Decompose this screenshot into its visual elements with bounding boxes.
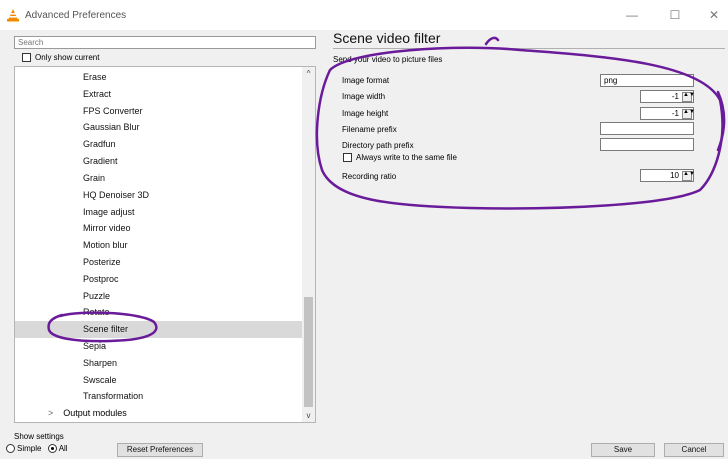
scrollbar-thumb[interactable] <box>304 297 313 407</box>
tree-parent-label: Output modules <box>63 408 127 418</box>
panel-description: Send your video to picture files <box>333 55 443 64</box>
reset-preferences-button[interactable]: Reset Preferences <box>117 443 203 457</box>
spin-arrows-icon[interactable]: ▲▼ <box>682 109 695 119</box>
title-bar: Advanced Preferences — ☐ ✕ <box>0 0 728 30</box>
checkbox-box[interactable] <box>22 53 31 63</box>
directory-path-prefix-input[interactable] <box>600 138 694 151</box>
always-write-label: Always write to the same file <box>356 153 457 162</box>
image-width-label: Image width <box>342 92 386 101</box>
recording-ratio-spinbox[interactable]: 10 ▲▼ <box>640 169 695 182</box>
close-button[interactable]: ✕ <box>700 6 728 24</box>
preferences-tree: Erase Extract FPS Converter Gaussian Blu… <box>14 66 316 423</box>
vlc-cone-icon <box>7 9 19 22</box>
tree-item-posterize[interactable]: Posterize <box>15 254 303 271</box>
tree-item-gaussian-blur[interactable]: Gaussian Blur <box>15 119 303 136</box>
save-button[interactable]: Save <box>591 443 655 457</box>
maximize-button[interactable]: ☐ <box>661 6 689 24</box>
tree-item-extract[interactable]: Extract <box>15 86 303 103</box>
image-format-label: Image format <box>342 76 390 85</box>
simple-radio[interactable] <box>6 444 15 454</box>
tree-item-puzzle[interactable]: Puzzle <box>15 288 303 305</box>
annotation-tick <box>484 36 500 46</box>
checkbox-box[interactable] <box>343 153 352 163</box>
image-height-spinbox[interactable]: -1 ▲▼ <box>640 107 695 120</box>
show-settings-radios: Simple All <box>6 444 68 454</box>
show-settings-label: Show settings <box>14 432 64 441</box>
tree-item-transformation[interactable]: Transformation <box>15 388 303 405</box>
filename-prefix-input[interactable] <box>600 122 694 135</box>
spin-arrows-icon[interactable]: ▲▼ <box>682 171 695 181</box>
tree-item-mirror-video[interactable]: Mirror video <box>15 220 303 237</box>
only-show-current-label: Only show current <box>35 53 100 62</box>
tree-item-scene-filter[interactable]: Scene filter <box>15 321 303 338</box>
panel-title: Scene video filter <box>333 30 441 46</box>
recording-ratio-label: Recording ratio <box>342 172 397 181</box>
tree-item-output-modules[interactable]: > Output modules <box>15 405 127 422</box>
tree-item-grain[interactable]: Grain <box>15 170 303 187</box>
always-write-checkbox[interactable]: Always write to the same file <box>343 153 457 163</box>
tree-item-postproc[interactable]: Postproc <box>15 271 303 288</box>
scroll-up-icon[interactable]: ^ <box>302 69 315 78</box>
tree-item-hq-denoiser-3d[interactable]: HQ Denoiser 3D <box>15 187 303 204</box>
image-width-value: -1 <box>671 92 679 101</box>
tree-item-erase[interactable]: Erase <box>15 69 303 86</box>
image-width-spinbox[interactable]: -1 ▲▼ <box>640 90 695 103</box>
tree-item-motion-blur[interactable]: Motion blur <box>15 237 303 254</box>
filename-prefix-label: Filename prefix <box>342 125 397 134</box>
image-height-label: Image height <box>342 109 389 118</box>
annotation-edge-stroke <box>716 90 726 152</box>
directory-path-prefix-label: Directory path prefix <box>342 141 414 150</box>
all-radio-label: All <box>58 444 68 453</box>
cancel-button[interactable]: Cancel <box>664 443 724 457</box>
tree-item-sepia[interactable]: Sepia <box>15 338 303 355</box>
image-format-input[interactable]: png <box>600 74 694 87</box>
tree-item-gradient[interactable]: Gradient <box>15 153 303 170</box>
tree-item-gradfun[interactable]: Gradfun <box>15 136 303 153</box>
tree-item-sharpen[interactable]: Sharpen <box>15 355 303 372</box>
panel-divider <box>333 48 725 49</box>
spin-arrows-icon[interactable]: ▲▼ <box>682 92 695 102</box>
recording-ratio-value: 10 <box>670 171 679 180</box>
chevron-right-icon[interactable]: > <box>48 408 53 418</box>
tree-item-rotate[interactable]: Rotate <box>15 304 303 321</box>
scroll-down-icon[interactable]: v <box>302 411 315 420</box>
image-height-value: -1 <box>671 109 679 118</box>
tree-item-image-adjust[interactable]: Image adjust <box>15 204 303 221</box>
tree-item-fps-converter[interactable]: FPS Converter <box>15 103 303 120</box>
only-show-current-checkbox[interactable]: Only show current <box>22 53 100 63</box>
minimize-button[interactable]: — <box>618 6 646 24</box>
tree-item-swscale[interactable]: Swscale <box>15 372 303 389</box>
window-title: Advanced Preferences <box>25 10 127 21</box>
search-input[interactable] <box>14 36 316 49</box>
simple-radio-label: Simple <box>17 444 42 453</box>
all-radio[interactable] <box>47 444 57 454</box>
tree-scrollbar[interactable]: ^ v <box>302 67 315 422</box>
